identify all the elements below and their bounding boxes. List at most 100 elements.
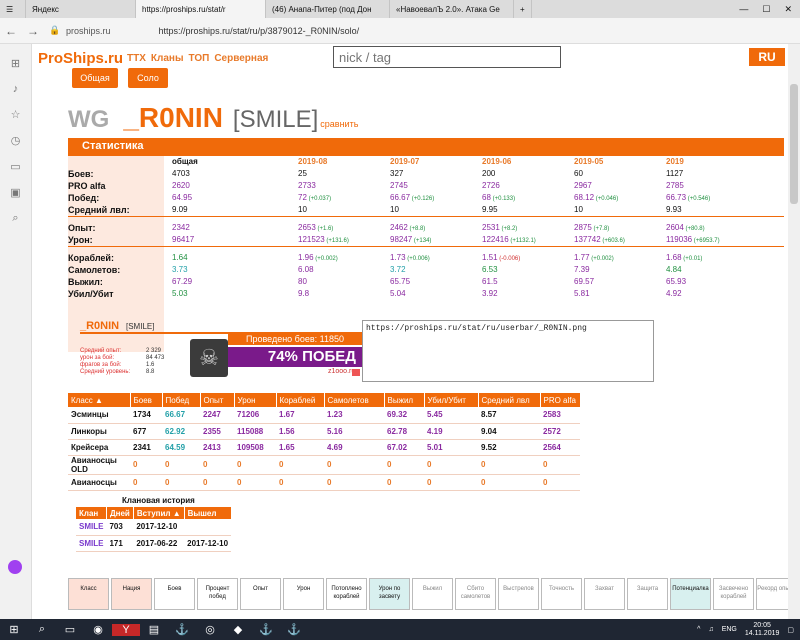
player-header: WG _R0NIN [SMILE] сравнить [68,102,358,134]
column-header[interactable]: Убил/Убит [424,393,479,407]
vertical-scrollbar[interactable] [788,44,800,619]
table-cell: 0 [162,474,200,491]
filter-button[interactable]: Боев [154,578,195,610]
back-icon[interactable]: ← [0,24,22,38]
tab-navoeval[interactable]: «НавоевалЪ 2.0». Атака Ge [390,0,514,18]
maximize-icon[interactable]: ☐ [762,4,770,15]
windows-start-icon[interactable]: ⊞ [0,623,28,636]
screenshot-icon[interactable]: ▣ [0,186,31,199]
search-icon[interactable]: ⌕ [28,623,56,636]
history-icon[interactable]: ◷ [0,134,31,147]
stats-row-label: PRO alfa [68,180,106,191]
nav-top[interactable]: ТОП [189,53,210,64]
stats-cell: 1.96 (+0.002) [298,253,338,262]
bell-icon[interactable]: ♪ [0,83,31,95]
discord-icon[interactable]: ◉ [84,623,112,636]
column-header[interactable]: Вступил ▲ [133,507,185,519]
filter-button[interactable]: Урон по засвету [369,578,410,610]
column-header[interactable]: Дней [106,507,134,519]
userbar-link-field[interactable]: https://proships.ru/stat/ru/userbar/_R0N… [362,320,654,382]
stats-cell: 327 [390,169,404,178]
input-language[interactable]: ENG [722,626,737,633]
volume-icon[interactable]: ♫ [708,626,713,633]
column-header[interactable]: Урон [234,393,277,407]
filter-button[interactable]: Класс [68,578,109,610]
stats-header-cell: 2019 [666,157,684,166]
nav-server[interactable]: Серверная [214,53,268,64]
column-header[interactable]: PRO alfa [540,393,581,407]
filter-button[interactable]: Засвечено кораблей [713,578,754,610]
browser-menu-icon[interactable]: ☰ [0,0,26,18]
game-icon[interactable]: ⚓ [168,623,196,636]
table-cell: 0 [276,455,324,475]
stats-row: Выжил: 67.29 80 65.75 61.5 69.57 65.93 [68,276,784,287]
stats-header-cell: 2019-07 [390,157,420,166]
class-table: Класс ▲ Боев Побед Опыт Урон Кораблей Самолето… [68,393,581,491]
column-header[interactable]: Средний лвл [478,393,541,407]
filter-button[interactable]: Процент побед [197,578,238,610]
filter-button[interactable]: Потоплено кораблей [326,578,367,610]
filter-button[interactable]: Защита [627,578,668,610]
clan-link[interactable]: SMILE [76,535,107,552]
compare-link[interactable]: сравнить [320,119,358,129]
clock[interactable]: 20:05 14.11.2019 [745,622,780,638]
star-icon[interactable]: ☆ [0,108,31,121]
solo-button[interactable]: Соло [128,68,168,88]
search-pages-icon[interactable]: ⌕ [0,212,31,225]
notifications-icon[interactable]: ▢ [787,626,794,634]
column-header[interactable]: Выжил [384,393,425,407]
userbar-label: фрагов за бой: [80,362,122,368]
clan-link[interactable]: SMILE [76,519,107,536]
forward-icon[interactable]: → [22,24,44,38]
stats-cell: 121523 (+131.6) [298,235,349,244]
column-header[interactable]: Боев [130,393,163,407]
url-field[interactable]: https://proships.ru/stat/ru/p/3879012-_R… [159,26,360,36]
app-icon[interactable]: ◆ [224,623,252,636]
column-header[interactable]: Вышел [184,507,232,519]
column-header[interactable]: Самолетов [324,393,385,407]
filter-button[interactable]: Урон [283,578,324,610]
grid-icon[interactable]: ⊞ [0,57,31,70]
clan-tag[interactable]: [SMILE] [233,106,318,134]
app-icon[interactable]: ⚓ [280,623,308,636]
site-logo[interactable]: ProShips.ru [38,50,123,67]
alice-icon[interactable] [8,560,22,574]
chrome-icon[interactable]: ◎ [196,623,224,636]
filter-button[interactable]: Выстрелов [498,578,539,610]
general-button[interactable]: Общая [72,68,118,88]
nav-clans[interactable]: Кланы [151,53,184,64]
column-header[interactable]: Класс ▲ [68,393,131,407]
tab-proships[interactable]: https://proships.ru/stat/r [136,0,266,18]
new-tab-button[interactable]: + [514,0,532,18]
column-header[interactable]: Клан [76,507,107,519]
nav-ttx[interactable]: ТТХ [127,53,146,64]
tab-youtube[interactable]: (46) Анапа-Питер (под Дон [266,0,390,18]
filter-button[interactable]: Опыт [240,578,281,610]
tray-icon[interactable]: ^ [697,626,700,633]
stats-cell: 2604 (+80.8) [666,223,705,232]
filter-button[interactable]: Точность [541,578,582,610]
downloads-icon[interactable]: ▭ [0,160,31,173]
app-icon[interactable]: ⚓ [252,623,280,636]
task-view-icon[interactable]: ▭ [56,623,84,636]
lang-button[interactable]: RU [749,48,785,66]
column-header[interactable]: Опыт [200,393,235,407]
filter-button[interactable]: Захват [584,578,625,610]
stats-header-cell: 2019-06 [482,157,512,166]
stats-cell: 5.81 [574,289,590,298]
filter-button[interactable]: Выжил [412,578,453,610]
filter-button[interactable]: Рекорд опыта [756,578,788,610]
filter-button[interactable]: Сбито самолетов [455,578,496,610]
column-header[interactable]: Побед [162,393,201,407]
delta-value: (+603.6) [600,238,625,244]
tab-yandex[interactable]: Яндекс [26,0,136,18]
scroll-thumb[interactable] [790,84,798,204]
yandex-browser-icon[interactable]: Y [112,623,140,636]
minimize-icon[interactable]: — [739,4,748,15]
column-header[interactable]: Кораблей [276,393,325,407]
filter-button[interactable]: Нация [111,578,152,610]
filter-button[interactable]: Потенциалка [670,578,711,610]
search-input[interactable] [333,46,561,68]
close-icon[interactable]: ✕ [784,4,792,15]
files-icon[interactable]: ▤ [140,623,168,636]
